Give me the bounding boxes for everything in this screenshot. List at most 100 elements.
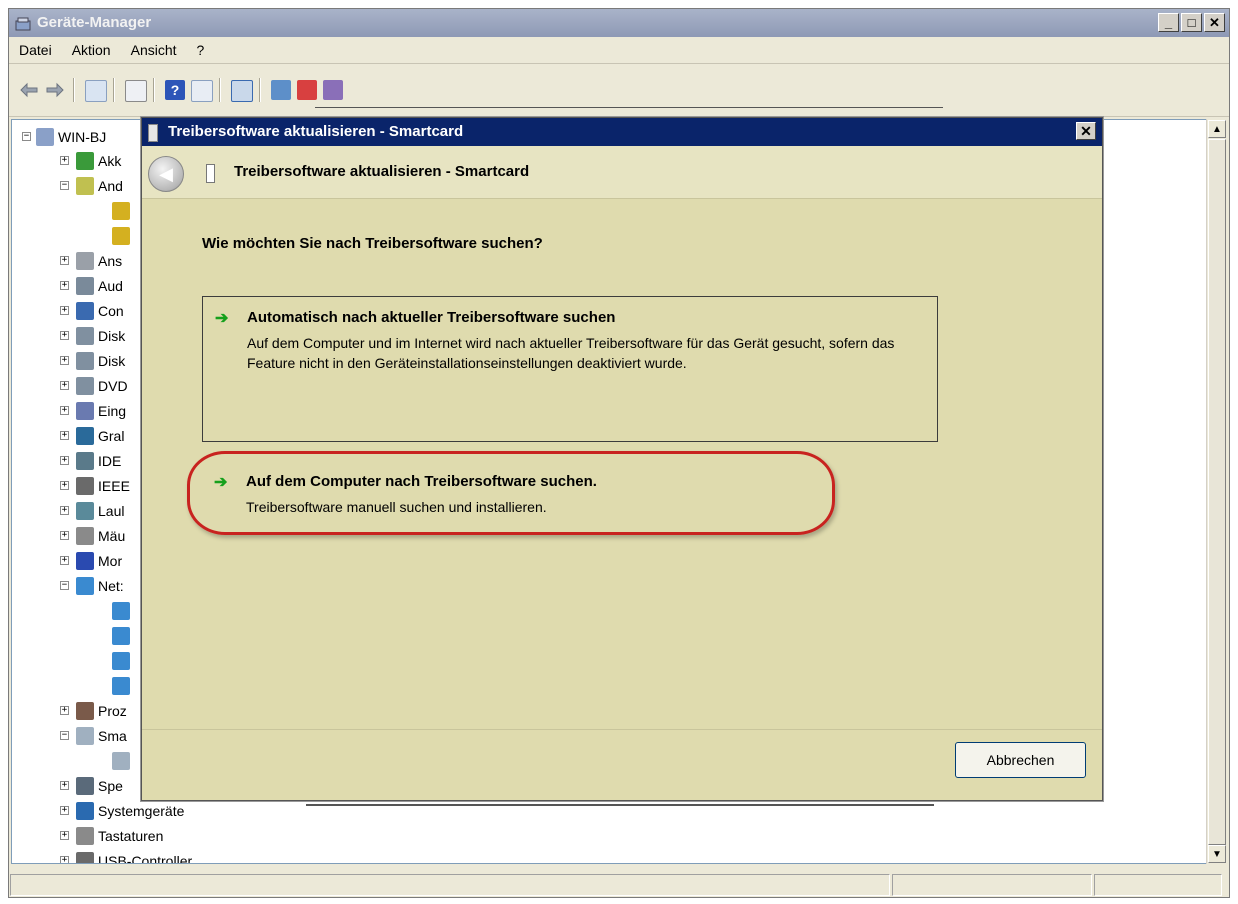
tree-item-label: Mäu <box>98 527 126 544</box>
device-icon <box>76 327 94 345</box>
expander-icon[interactable]: + <box>60 506 69 515</box>
expander-icon[interactable]: + <box>60 256 69 265</box>
device-icon <box>76 702 94 720</box>
vertical-scrollbar[interactable]: ▲ ▼ <box>1206 119 1227 864</box>
uninstall-icon[interactable] <box>297 80 317 100</box>
device-icon <box>76 552 94 570</box>
device-icon <box>76 777 94 795</box>
disable-icon[interactable] <box>323 80 343 100</box>
device-icon <box>76 177 94 195</box>
device-icon <box>112 602 130 620</box>
menu-datei[interactable]: Datei <box>9 42 62 58</box>
view-icon[interactable] <box>191 80 213 102</box>
dialog-close-button[interactable]: ✕ <box>1076 122 1096 140</box>
back-arrow-icon[interactable] <box>19 80 39 100</box>
menu-ansicht[interactable]: Ansicht <box>121 42 187 58</box>
device-manager-icon <box>15 14 33 31</box>
expander-icon[interactable]: + <box>60 456 69 465</box>
tree-item-label: Tastaturen <box>98 827 164 844</box>
expander-icon[interactable]: + <box>60 781 69 790</box>
scroll-down-icon[interactable]: ▼ <box>1208 845 1226 863</box>
expander-icon[interactable]: + <box>60 481 69 490</box>
device-icon <box>76 352 94 370</box>
expander-icon[interactable]: − <box>60 731 69 740</box>
tree-item-label: Sma <box>98 727 127 744</box>
tree-item-label: IEEE <box>98 477 130 494</box>
tree-item-label: Disk <box>98 327 126 344</box>
smartcard-icon <box>148 124 158 142</box>
tree-item-label: IDE <box>98 452 122 469</box>
device-icon <box>76 727 94 745</box>
device-icon <box>76 427 94 445</box>
device-icon <box>112 652 130 670</box>
question-text: Wie möchten Sie nach Treibersoftware suc… <box>202 235 543 252</box>
tree-item-label: Akk <box>98 152 122 169</box>
device-icon <box>76 302 94 320</box>
scan-hardware-icon[interactable] <box>231 80 253 102</box>
computer-icon <box>36 128 54 146</box>
device-icon <box>76 577 94 595</box>
menu-aktion[interactable]: Aktion <box>62 42 121 58</box>
tree-item-label: And <box>98 177 123 194</box>
tree-item-label: Net: <box>98 577 124 594</box>
expander-icon[interactable]: − <box>60 181 69 190</box>
tree-item-label: Systemgeräte <box>98 802 185 819</box>
console-tree-icon[interactable] <box>85 80 107 102</box>
forward-arrow-icon[interactable] <box>45 80 65 100</box>
device-icon <box>76 527 94 545</box>
tree-item-label: Eing <box>98 402 127 419</box>
scroll-up-icon[interactable]: ▲ <box>1208 120 1226 138</box>
device-icon <box>76 252 94 270</box>
expander-icon[interactable]: + <box>60 381 69 390</box>
tree-item-label: USB-Controller <box>98 852 193 864</box>
device-icon <box>76 827 94 845</box>
tree-item-label: Con <box>98 302 124 319</box>
device-icon <box>76 502 94 520</box>
device-icon <box>112 752 130 770</box>
tree-item-label: Proz <box>98 702 127 719</box>
back-button[interactable]: ◀ <box>148 156 184 192</box>
cancel-button[interactable]: Abbrechen <box>955 742 1086 778</box>
expander-icon[interactable]: + <box>60 831 69 840</box>
menu-help[interactable]: ? <box>187 42 215 58</box>
expander-icon[interactable]: + <box>60 331 69 340</box>
window-title: Geräte-Manager <box>37 14 152 31</box>
minimize-button[interactable]: _ <box>1158 13 1179 32</box>
device-icon <box>112 202 130 220</box>
status-bar <box>9 872 1229 898</box>
expander-icon[interactable]: + <box>60 806 69 815</box>
close-button[interactable]: ✕ <box>1204 13 1225 32</box>
device-icon <box>112 227 130 245</box>
smartcard-icon <box>206 164 215 183</box>
expander-icon[interactable]: + <box>60 556 69 565</box>
tree-item-label: Aud <box>98 277 123 294</box>
device-icon <box>76 802 94 820</box>
expander-icon[interactable]: − <box>60 581 69 590</box>
device-icon <box>76 402 94 420</box>
expander-icon[interactable]: + <box>60 431 69 440</box>
expander-icon[interactable]: + <box>60 406 69 415</box>
dialog-header: ◀ Treibersoftware aktualisieren - Smartc… <box>142 146 1102 199</box>
properties-icon[interactable] <box>125 80 147 102</box>
device-icon <box>112 677 130 695</box>
maximize-button[interactable]: □ <box>1181 13 1202 32</box>
scroll-thumb[interactable] <box>1208 139 1226 845</box>
menu-bar: Datei Aktion Ansicht ? <box>9 37 1229 64</box>
expander-icon[interactable]: + <box>60 156 69 165</box>
expander-icon[interactable]: + <box>60 306 69 315</box>
expander-icon[interactable]: + <box>60 856 69 863</box>
green-arrow-icon: ➔ <box>215 310 229 327</box>
auto-search-option[interactable]: ➔ Automatisch nach aktueller Treibersoft… <box>202 296 938 442</box>
expander-icon[interactable]: + <box>60 531 69 540</box>
title-bar: Geräte-Manager _ □ ✕ <box>9 9 1229 37</box>
tree-item-label: Mor <box>98 552 123 569</box>
tree-item-label: DVD <box>98 377 128 394</box>
dialog-title: Treibersoftware aktualisieren - Smartcar… <box>168 123 464 140</box>
expander-icon[interactable]: + <box>60 281 69 290</box>
dialog-title-bar: Treibersoftware aktualisieren - Smartcar… <box>142 118 1102 146</box>
update-driver-icon[interactable] <box>271 80 291 100</box>
expander-icon[interactable]: + <box>60 706 69 715</box>
help-icon[interactable]: ? <box>165 80 185 100</box>
expander-icon[interactable]: + <box>60 356 69 365</box>
auto-search-desc: Auf dem Computer und im Internet wird na… <box>247 335 895 371</box>
